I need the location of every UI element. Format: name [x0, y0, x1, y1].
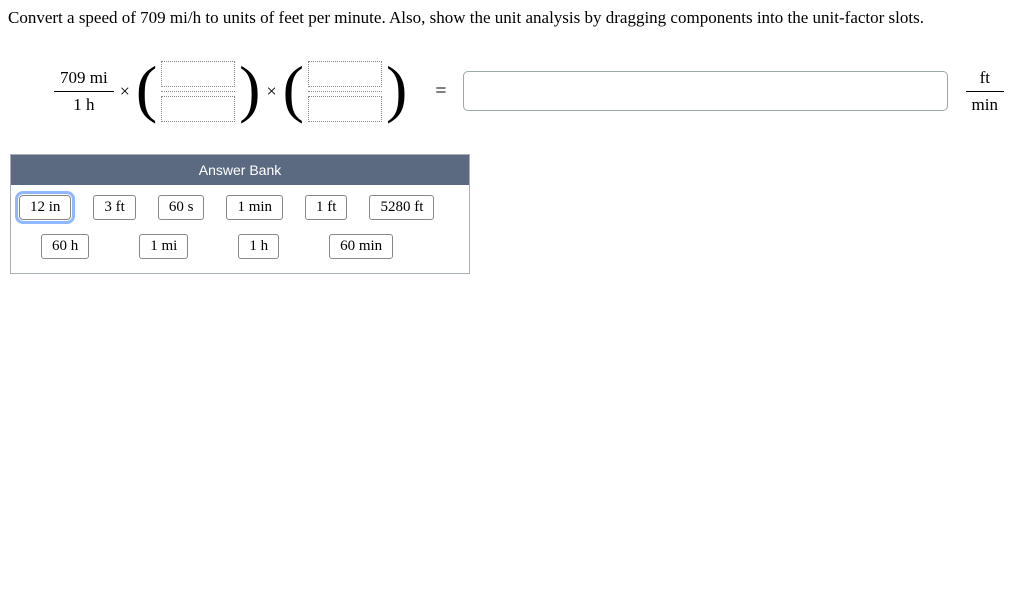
times-sign-2: × — [266, 81, 276, 102]
bank-chip[interactable]: 1 mi — [139, 234, 188, 259]
given-fraction: 709 mi 1 h — [54, 67, 114, 115]
close-paren-1: ) — [239, 60, 260, 118]
bank-row-2: 60 h 1 mi 1 h 60 min — [19, 234, 461, 259]
factor-1-numerator-slot[interactable] — [161, 61, 235, 87]
times-sign-1: × — [120, 81, 130, 102]
bank-chip[interactable]: 1 h — [238, 234, 279, 259]
bank-chip[interactable]: 60 h — [41, 234, 89, 259]
answer-bank: Answer Bank 12 in 3 ft 60 s 1 min 1 ft 5… — [10, 154, 470, 274]
bank-chip[interactable]: 1 ft — [305, 195, 347, 220]
factor-1-denominator-slot[interactable] — [161, 96, 235, 122]
factor-2 — [308, 61, 382, 122]
bank-chip[interactable]: 60 min — [329, 234, 393, 259]
factor-2-denominator-slot[interactable] — [308, 96, 382, 122]
question-text: Convert a speed of 709 mi/h to units of … — [0, 0, 1024, 31]
given-numerator: 709 mi — [54, 67, 114, 88]
open-paren-2: ( — [283, 60, 304, 118]
result-unit-numerator: ft — [974, 67, 996, 88]
expression-row: 709 mi 1 h × ( ) × ( ) = ft min — [0, 31, 1024, 142]
factor-2-numerator-slot[interactable] — [308, 61, 382, 87]
bank-chip[interactable]: 12 in — [19, 195, 71, 220]
factor-1 — [161, 61, 235, 122]
answer-input[interactable] — [463, 71, 948, 111]
bank-chip[interactable]: 5280 ft — [369, 195, 434, 220]
result-unit: ft min — [966, 67, 1004, 115]
equals-sign: = — [435, 80, 446, 103]
result-unit-denominator: min — [966, 94, 1004, 115]
close-paren-2: ) — [386, 60, 407, 118]
bank-chip[interactable]: 60 s — [158, 195, 205, 220]
given-denominator: 1 h — [67, 94, 100, 115]
bank-chip[interactable]: 1 min — [226, 195, 283, 220]
bank-row-1: 12 in 3 ft 60 s 1 min 1 ft 5280 ft — [19, 195, 461, 220]
open-paren-1: ( — [136, 60, 157, 118]
bank-chip[interactable]: 3 ft — [93, 195, 135, 220]
answer-bank-title: Answer Bank — [11, 155, 469, 185]
